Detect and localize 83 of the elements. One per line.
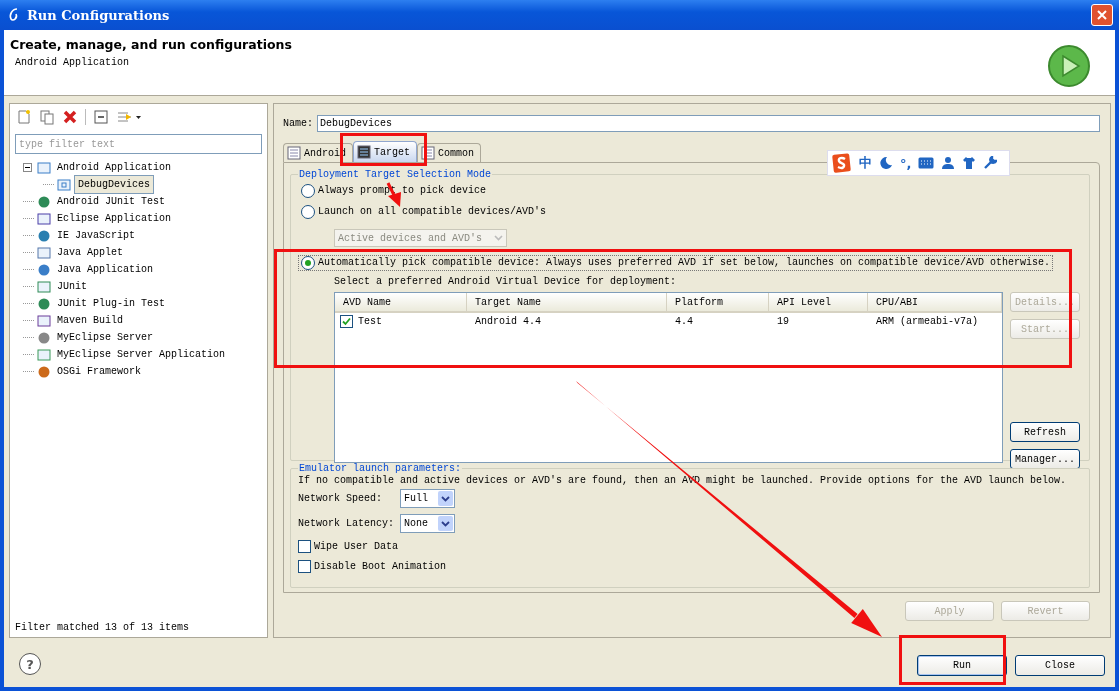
header-title: Create, manage, and run configurations bbox=[10, 37, 292, 52]
tree-item[interactable]: Java Application bbox=[54, 262, 156, 277]
shirt-icon[interactable] bbox=[962, 156, 977, 170]
config-type-icon bbox=[37, 330, 51, 345]
tree-item[interactable]: MyEclipse Server bbox=[54, 330, 156, 345]
config-type-icon bbox=[37, 194, 51, 209]
user-icon[interactable] bbox=[941, 156, 956, 170]
tree-item[interactable]: Android Application bbox=[54, 160, 175, 175]
collapse-icon[interactable] bbox=[93, 109, 109, 125]
config-type-icon bbox=[37, 296, 51, 311]
refresh-button[interactable]: Refresh bbox=[1010, 422, 1080, 442]
tree-item[interactable]: Maven Build bbox=[54, 313, 126, 328]
manager-button[interactable]: Manager... bbox=[1010, 449, 1080, 469]
column-header[interactable]: Platform bbox=[667, 293, 769, 311]
moon-icon[interactable] bbox=[879, 156, 893, 170]
keyboard-icon[interactable] bbox=[918, 157, 935, 169]
play-icon bbox=[1047, 44, 1091, 88]
field-label: Network Latency: bbox=[298, 518, 395, 529]
name-field[interactable]: DebugDevices bbox=[317, 115, 1100, 132]
config-type-icon bbox=[37, 364, 51, 379]
config-type-icon bbox=[37, 228, 51, 243]
group-title: Emulator launch parameters: bbox=[298, 463, 463, 474]
copy-icon[interactable] bbox=[39, 109, 55, 125]
ime-logo-icon[interactable] bbox=[832, 152, 852, 174]
option-dropdown[interactable]: None bbox=[400, 514, 455, 533]
caret-icon bbox=[441, 520, 450, 527]
config-type-icon bbox=[37, 160, 51, 175]
filter-field[interactable]: type filter text bbox=[15, 134, 262, 154]
tree-item[interactable]: OSGi Framework bbox=[54, 364, 144, 379]
table-cell: Test bbox=[358, 316, 382, 327]
row-checkbox[interactable] bbox=[340, 315, 353, 328]
config-type-icon bbox=[37, 279, 51, 294]
config-type-icon bbox=[37, 211, 51, 226]
column-header[interactable]: CPU/ABI bbox=[868, 293, 1002, 311]
filter-icon[interactable] bbox=[116, 109, 142, 125]
run-button[interactable]: Run bbox=[917, 654, 1007, 676]
config-type-icon bbox=[37, 313, 51, 328]
close-button[interactable] bbox=[1091, 4, 1113, 26]
tab[interactable]: Target bbox=[353, 141, 418, 162]
name-label: Name: bbox=[283, 118, 313, 129]
collapse-toggle[interactable] bbox=[23, 163, 32, 172]
android-app-icon bbox=[57, 177, 71, 192]
header-subtitle: Android Application bbox=[14, 57, 131, 68]
config-type-icon bbox=[37, 245, 51, 260]
tree-item[interactable]: Java Applet bbox=[54, 245, 126, 260]
field-label: Network Speed: bbox=[298, 493, 383, 504]
wrench-icon[interactable] bbox=[983, 156, 998, 170]
close-dialog-button[interactable]: Close bbox=[1015, 654, 1105, 676]
page-icon bbox=[287, 146, 301, 160]
option-checkbox[interactable]: Wipe User Data bbox=[298, 539, 398, 553]
table-cell-text: 19 bbox=[776, 316, 790, 327]
monitor-icon bbox=[357, 145, 371, 159]
tree-item[interactable]: DebugDevices bbox=[74, 175, 154, 194]
tree-item[interactable]: Eclipse Application bbox=[54, 211, 175, 226]
caret-icon bbox=[494, 235, 503, 241]
option-dropdown[interactable]: Full bbox=[400, 489, 455, 508]
avd-caption: Select a preferred Android Virtual Device for deployment: bbox=[333, 276, 678, 287]
tree-item[interactable]: MyEclipse Server Application bbox=[54, 347, 229, 362]
table-cell-text: ARM (armeabi-v7a) bbox=[875, 316, 980, 327]
tab[interactable]: Common bbox=[417, 143, 482, 162]
tree-item[interactable]: JUnit bbox=[54, 279, 90, 294]
ime-punctuation[interactable]: °, bbox=[900, 155, 912, 171]
close-icon bbox=[1096, 9, 1108, 21]
filter-status: Filter matched 13 of 13 items bbox=[15, 622, 191, 633]
radio-option[interactable]: Launch on all compatible devices/AVD's bbox=[298, 203, 550, 220]
column-header[interactable]: Target Name bbox=[467, 293, 667, 311]
ime-mode[interactable]: 中 bbox=[859, 154, 872, 172]
window-title: Run Configurations bbox=[27, 7, 170, 23]
table-cell-text: 4.4 bbox=[674, 316, 694, 327]
option-checkbox[interactable]: Disable Boot Animation bbox=[298, 559, 447, 573]
config-type-icon bbox=[37, 262, 51, 277]
column-header[interactable]: API Level bbox=[769, 293, 868, 311]
column-header[interactable]: AVD Name bbox=[335, 293, 467, 311]
table-cell-text: Android 4.4 bbox=[474, 316, 542, 327]
delete-icon[interactable] bbox=[62, 109, 78, 125]
help-button[interactable]: ? bbox=[19, 653, 41, 675]
tree-item[interactable]: Android JUnit Test bbox=[54, 194, 169, 209]
group-title: Deployment Target Selection Mode bbox=[298, 169, 493, 180]
config-type-icon bbox=[37, 347, 51, 362]
tree-item[interactable]: JUnit Plug-in Test bbox=[54, 296, 169, 311]
tree-item[interactable]: IE JavaScript bbox=[54, 228, 138, 243]
radio-option[interactable]: Automatically pick compatible device: Always uses preferred AVD if set below, launches on compatible device/AVD otherwise. bbox=[298, 254, 1054, 271]
caret-icon bbox=[441, 495, 450, 502]
